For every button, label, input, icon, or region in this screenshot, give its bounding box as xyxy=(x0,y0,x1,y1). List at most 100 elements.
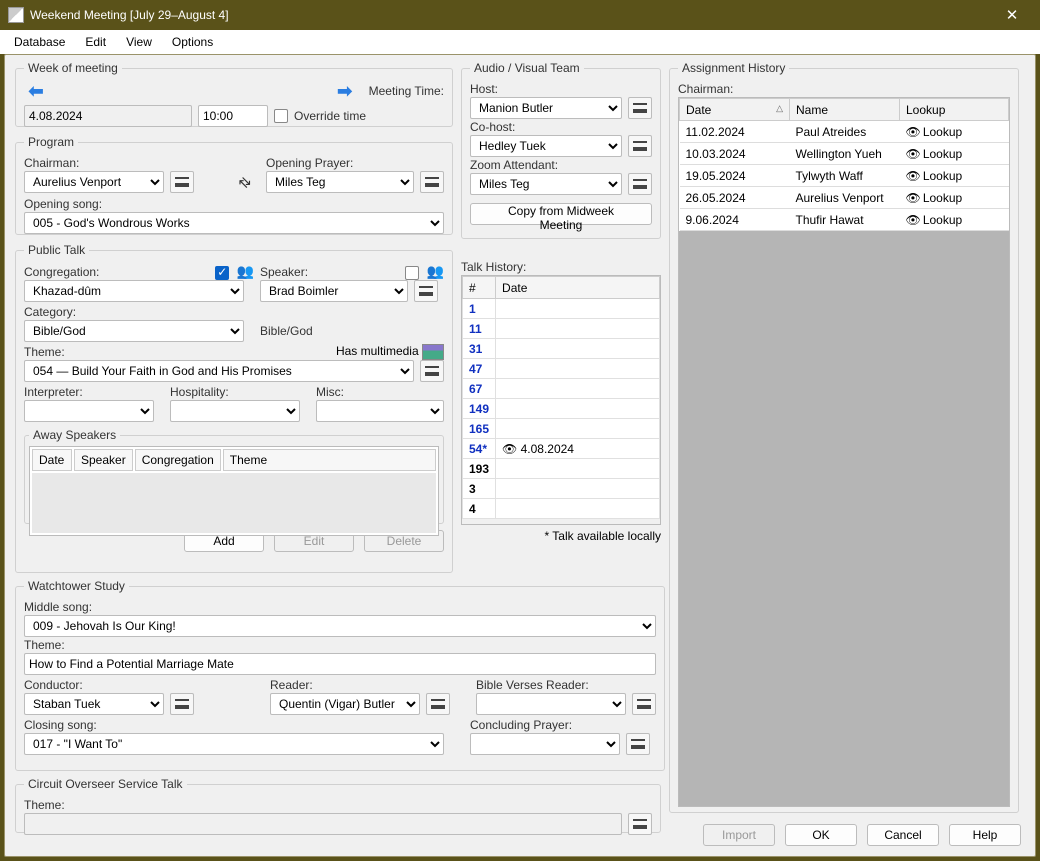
ah-lookup-cell[interactable]: 👁 Lookup xyxy=(900,187,1009,209)
away-col-date[interactable]: Date xyxy=(32,449,72,471)
co-list-button[interactable] xyxy=(628,813,652,835)
reader-list-button[interactable] xyxy=(426,693,450,715)
window-title: Weekend Meeting [July 29–August 4] xyxy=(30,8,992,22)
misc-label: Misc: xyxy=(316,385,444,399)
talkhist-row[interactable]: 47 xyxy=(463,359,660,379)
talkhist-row[interactable]: 149 xyxy=(463,399,660,419)
congregation-select[interactable]: Khazad-dûm xyxy=(24,280,244,302)
concluding-prayer-select[interactable] xyxy=(470,733,620,755)
talkhist-row[interactable]: 165 xyxy=(463,419,660,439)
cohost-select[interactable]: Hedley Tuek xyxy=(470,135,622,157)
conductor-select[interactable]: Staban Tuek xyxy=(24,693,164,715)
talkhist-row[interactable]: 11 xyxy=(463,319,660,339)
misc-select[interactable] xyxy=(316,400,444,422)
talkhist-row[interactable]: 1 xyxy=(463,299,660,319)
talkhist-col-num[interactable]: # xyxy=(463,277,496,299)
opening-prayer-select[interactable]: Miles Teg xyxy=(266,171,414,193)
conductor-list-button[interactable] xyxy=(170,693,194,715)
assignment-history-table[interactable]: Date△ Name Lookup 11.02.2024Paul Atreide… xyxy=(679,98,1009,231)
ah-lookup-cell[interactable]: 👁 Lookup xyxy=(900,143,1009,165)
category-select[interactable]: Bible/God xyxy=(24,320,244,342)
ah-name: Wellington Yueh xyxy=(790,143,900,165)
host-select[interactable]: Manion Butler xyxy=(470,97,622,119)
week-legend: Week of meeting xyxy=(24,61,122,75)
bvr-list-button[interactable] xyxy=(632,693,656,715)
away-col-congregation[interactable]: Congregation xyxy=(135,449,221,471)
ah-lookup-cell[interactable]: 👁 Lookup xyxy=(900,165,1009,187)
interpreter-label: Interpreter: xyxy=(24,385,164,399)
cancel-button[interactable]: Cancel xyxy=(867,824,939,846)
talk-history-table-wrap[interactable]: # Date 11131476714916554*👁 4.08.20241933… xyxy=(461,275,661,525)
reader-select[interactable]: Quentin (Vigar) Butler xyxy=(270,693,420,715)
talkhist-row[interactable]: 193 xyxy=(463,459,660,479)
away-empty-row xyxy=(32,473,436,533)
talkhist-row[interactable]: 67 xyxy=(463,379,660,399)
conductor-label: Conductor: xyxy=(24,678,264,692)
away-col-theme[interactable]: Theme xyxy=(223,449,436,471)
talkhist-col-date[interactable]: Date xyxy=(496,277,660,299)
menu-database[interactable]: Database xyxy=(6,33,73,51)
ah-col-date[interactable]: Date△ xyxy=(680,99,790,121)
theme-list-button[interactable] xyxy=(420,360,444,382)
talk-history-table[interactable]: # Date 11131476714916554*👁 4.08.20241933… xyxy=(462,276,660,519)
hospitality-label: Hospitality: xyxy=(170,385,310,399)
menu-view[interactable]: View xyxy=(118,33,160,51)
import-button[interactable]: Import xyxy=(703,824,775,846)
talkhist-row[interactable]: 3 xyxy=(463,479,660,499)
ah-lookup-cell[interactable]: 👁 Lookup xyxy=(900,209,1009,231)
hospitality-select[interactable] xyxy=(170,400,300,422)
multimedia-icon xyxy=(422,344,444,360)
menu-options[interactable]: Options xyxy=(164,33,221,51)
middle-song-select[interactable]: 009 - Jehovah Is Our King! xyxy=(24,615,656,637)
talkhist-row[interactable]: 4 xyxy=(463,499,660,519)
speaker-select[interactable]: Brad Boimler xyxy=(260,280,408,302)
people-icon: 👥 xyxy=(427,263,444,279)
close-button[interactable]: ✕ xyxy=(992,6,1032,24)
opening-song-label: Opening song: xyxy=(24,197,444,211)
opening-prayer-list-button[interactable] xyxy=(420,171,444,193)
ah-row[interactable]: 11.02.2024Paul Atreides👁 Lookup xyxy=(680,121,1009,143)
ah-col-name[interactable]: Name xyxy=(790,99,900,121)
theme-select[interactable]: 054 — Build Your Faith in God and His Pr… xyxy=(24,360,414,382)
wt-theme-input[interactable] xyxy=(24,653,656,675)
opening-song-select[interactable]: 005 - God's Wondrous Works xyxy=(24,212,444,234)
ah-row[interactable]: 26.05.2024Aurelius Venport👁 Lookup xyxy=(680,187,1009,209)
chairman-list-button[interactable] xyxy=(170,171,194,193)
speaker-checkbox[interactable] xyxy=(405,266,419,280)
away-speakers-table[interactable]: Date Speaker Congregation Theme xyxy=(29,446,439,536)
override-time-checkbox[interactable] xyxy=(274,109,288,123)
ah-row[interactable]: 9.06.2024Thufir Hawat👁 Lookup xyxy=(680,209,1009,231)
ah-lookup-cell[interactable]: 👁 Lookup xyxy=(900,121,1009,143)
eye-icon: 👁 xyxy=(906,125,920,139)
copy-midweek-button[interactable]: Copy from Midweek Meeting xyxy=(470,203,652,225)
cohost-list-button[interactable] xyxy=(628,135,652,157)
ok-button[interactable]: OK xyxy=(785,824,857,846)
week-date-input[interactable] xyxy=(24,105,192,127)
menu-edit[interactable]: Edit xyxy=(77,33,114,51)
ah-col-lookup[interactable]: Lookup xyxy=(900,99,1009,121)
meeting-time-input[interactable] xyxy=(198,105,268,127)
talkhist-num: 1 xyxy=(463,299,496,319)
bvr-select[interactable] xyxy=(476,693,626,715)
help-button[interactable]: Help xyxy=(949,824,1021,846)
away-col-speaker[interactable]: Speaker xyxy=(74,449,133,471)
list-icon xyxy=(633,819,647,829)
congregation-local-checkbox[interactable] xyxy=(215,266,229,280)
bvr-label: Bible Verses Reader: xyxy=(476,678,656,692)
closing-song-select[interactable]: 017 - "I Want To" xyxy=(24,733,444,755)
talkhist-row[interactable]: 54*👁 4.08.2024 xyxy=(463,439,660,459)
swap-chairman-prayer-button[interactable]: ⇄ xyxy=(233,171,257,193)
ah-row[interactable]: 19.05.2024Tylwyth Waff👁 Lookup xyxy=(680,165,1009,187)
prev-week-button[interactable]: ⬅ xyxy=(24,81,48,101)
ah-row[interactable]: 10.03.2024Wellington Yueh👁 Lookup xyxy=(680,143,1009,165)
next-week-button[interactable]: ➡ xyxy=(333,81,357,101)
interpreter-select[interactable] xyxy=(24,400,154,422)
concluding-prayer-list-button[interactable] xyxy=(626,733,650,755)
zoom-list-button[interactable] xyxy=(628,173,652,195)
speaker-list-button[interactable] xyxy=(414,280,438,302)
opening-prayer-label: Opening Prayer: xyxy=(266,156,444,170)
host-list-button[interactable] xyxy=(628,97,652,119)
chairman-select[interactable]: Aurelius Venport xyxy=(24,171,164,193)
zoom-select[interactable]: Miles Teg xyxy=(470,173,622,195)
talkhist-row[interactable]: 31 xyxy=(463,339,660,359)
